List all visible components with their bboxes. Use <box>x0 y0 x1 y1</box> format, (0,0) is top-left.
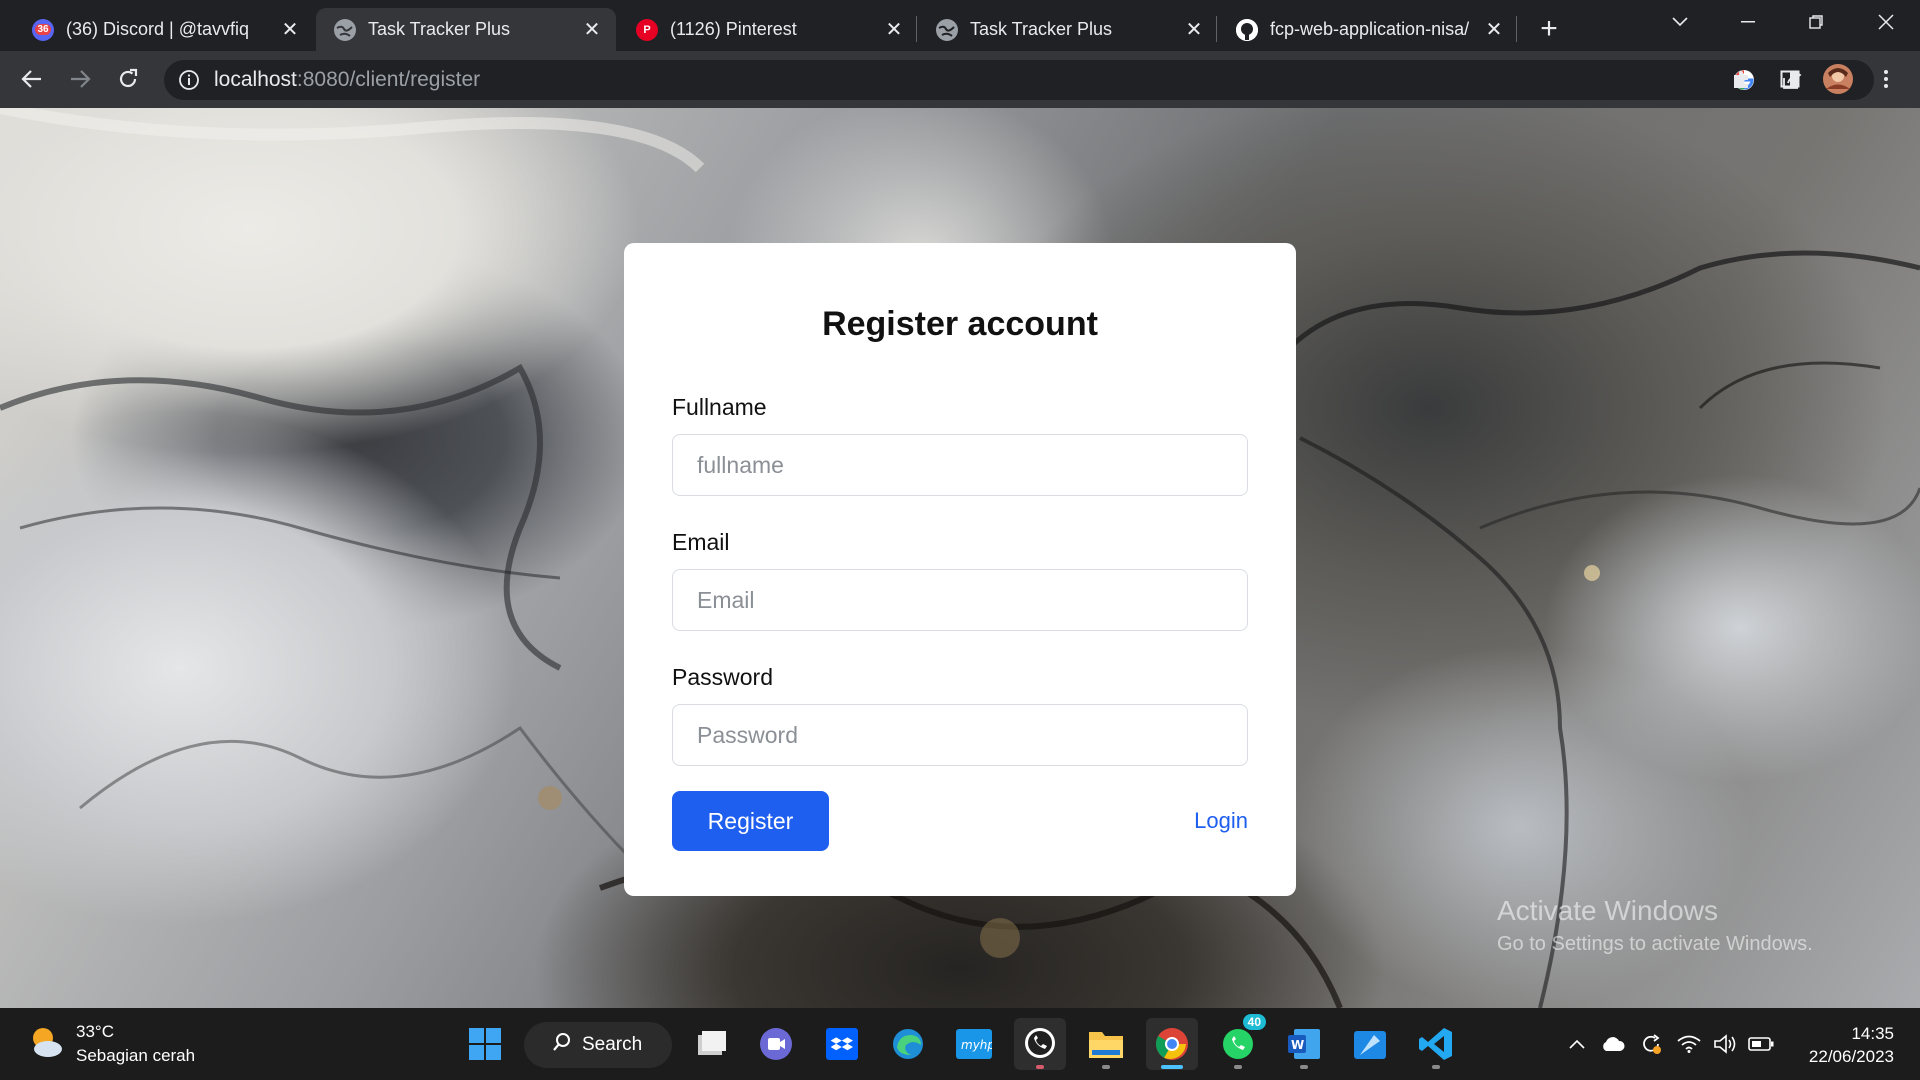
close-icon[interactable]: ✕ <box>884 19 904 41</box>
extensions-puzzle-icon[interactable] <box>1724 61 1760 97</box>
partly-sunny-icon <box>26 1023 64 1066</box>
tab-task-tracker[interactable]: Task Tracker Plus ✕ <box>918 8 1218 51</box>
running-indicator <box>1432 1065 1440 1069</box>
myhp-icon[interactable]: myhp <box>948 1018 1000 1070</box>
tab-pinterest[interactable]: P (1126) Pinterest ✕ <box>618 8 918 51</box>
minimize-icon[interactable] <box>1714 0 1782 44</box>
browser-toolbar: localhost:8080/client/register <box>0 51 1920 108</box>
tab-title: (1126) Pinterest <box>670 19 797 39</box>
globe-icon <box>936 18 958 41</box>
discord-icon: 36 <box>32 18 54 41</box>
sync-icon[interactable] <box>1632 1033 1670 1055</box>
window-close-icon[interactable] <box>1852 0 1920 44</box>
volume-icon[interactable] <box>1708 1034 1742 1054</box>
form-title: Register account <box>822 305 1098 343</box>
address-url: localhost:8080/client/register <box>214 68 480 92</box>
password-label: Password <box>672 664 773 690</box>
whatsapp-app-icon[interactable] <box>1014 1018 1066 1070</box>
vscode-icon[interactable] <box>1410 1018 1462 1070</box>
tab-separator <box>1516 16 1517 42</box>
fullname-label: Fullname <box>672 394 767 420</box>
start-windows-icon[interactable] <box>459 1018 511 1070</box>
dropbox-icon[interactable] <box>816 1018 868 1070</box>
form-actions: Register Login <box>672 791 1248 851</box>
fullname-input[interactable] <box>672 434 1248 496</box>
tab-title: Task Tracker Plus <box>970 19 1113 39</box>
running-indicator <box>1036 1065 1044 1069</box>
email-label: Email <box>672 529 730 555</box>
close-icon[interactable]: ✕ <box>1184 19 1204 41</box>
tab-task-tracker-active[interactable]: Task Tracker Plus ✕ <box>316 8 616 51</box>
watermark-title: Activate Windows <box>1497 895 1718 926</box>
page-background: Register account Fullname Email Password… <box>0 108 1920 1008</box>
tab-title: fcp-web-application-nisa/ <box>1270 19 1470 39</box>
chevron-up-icon[interactable] <box>1560 1039 1594 1049</box>
file-explorer-icon[interactable] <box>1080 1018 1132 1070</box>
site-info-icon[interactable] <box>178 69 200 91</box>
url-path: :8080/client/register <box>296 68 481 91</box>
browser-tab-strip: 36 (36) Discord | @tavvfiq ✕ Task Tracke… <box>0 0 1920 51</box>
register-button[interactable]: Register <box>672 791 829 851</box>
tab-discord[interactable]: 36 (36) Discord | @tavvfiq ✕ <box>14 8 314 51</box>
running-indicator <box>1300 1065 1308 1069</box>
tab-separator <box>1216 16 1217 42</box>
svg-text:W: W <box>1291 1038 1304 1052</box>
weather-condition: Sebagian cerah <box>76 1046 196 1065</box>
discord-badge: 36 <box>35 24 51 35</box>
tab-title: Task Tracker Plus <box>368 19 511 39</box>
close-icon[interactable]: ✕ <box>582 19 602 41</box>
close-icon[interactable]: ✕ <box>1484 19 1504 41</box>
close-icon[interactable]: ✕ <box>280 19 300 41</box>
clock-date: 22/06/2023 <box>1808 1047 1894 1066</box>
paint-icon[interactable] <box>1344 1018 1396 1070</box>
address-bar[interactable]: localhost:8080/client/register <box>164 60 1874 100</box>
tab-title: (36) Discord | @tavvfiq <box>66 19 249 39</box>
clock-time: 14:35 <box>1851 1024 1894 1043</box>
pinterest-icon: P <box>636 18 658 41</box>
profile-avatar[interactable] <box>1820 61 1856 97</box>
forward-arrow-icon[interactable] <box>62 61 98 97</box>
password-input[interactable] <box>672 704 1248 766</box>
word-icon[interactable]: W <box>1278 1018 1330 1070</box>
onedrive-cloud-icon[interactable] <box>1594 1036 1632 1052</box>
github-icon <box>1236 18 1258 41</box>
globe-icon <box>334 18 356 41</box>
wifi-icon[interactable] <box>1670 1035 1708 1053</box>
side-panel-icon[interactable] <box>1772 61 1808 97</box>
whatsapp-icon[interactable]: 40 <box>1212 1014 1266 1070</box>
watermark-subtitle: Go to Settings to activate Windows. <box>1497 933 1813 955</box>
running-indicator <box>1234 1065 1242 1069</box>
active-app-indicator <box>1161 1065 1183 1069</box>
search-label: Search <box>582 1034 643 1055</box>
system-tray <box>1560 1008 1780 1080</box>
weather-widget[interactable]: 33°C Sebagian cerah <box>26 1022 195 1066</box>
task-view-icon[interactable] <box>685 1018 737 1070</box>
tab-github[interactable]: fcp-web-application-nisa/ ✕ <box>1218 8 1518 51</box>
weather-temperature: 33°C <box>76 1022 114 1041</box>
whatsapp-badge: 40 <box>1242 1014 1266 1030</box>
tab-search-chevron-icon[interactable] <box>1646 0 1714 44</box>
battery-icon[interactable] <box>1742 1037 1780 1051</box>
register-card: Register account Fullname Email Password… <box>624 243 1296 896</box>
login-link[interactable]: Login <box>1194 808 1248 834</box>
taskbar-clock[interactable]: 14:35 22/06/2023 <box>1809 1022 1894 1068</box>
teams-chat-icon[interactable] <box>750 1018 802 1070</box>
windows-taskbar: 33°C Sebagian cerah Search myhp 40 W 14:… <box>0 1008 1920 1080</box>
chrome-icon[interactable] <box>1146 1018 1198 1070</box>
svg-text:myhp: myhp <box>961 1038 992 1052</box>
taskbar-search[interactable]: Search <box>524 1022 672 1068</box>
restore-icon[interactable] <box>1782 0 1850 44</box>
tab-separator <box>916 16 917 42</box>
running-indicator <box>1102 1065 1110 1069</box>
new-tab-plus-icon[interactable]: + <box>1532 12 1566 46</box>
reload-icon[interactable] <box>110 61 146 97</box>
email-input[interactable] <box>672 569 1248 631</box>
url-host: localhost <box>214 68 297 91</box>
edge-browser-icon[interactable] <box>882 1018 934 1070</box>
search-icon <box>552 1032 572 1058</box>
back-arrow-icon[interactable] <box>14 61 50 97</box>
activation-watermark: Activate Windows Go to Settings to activ… <box>1497 895 1813 956</box>
kebab-menu-icon[interactable] <box>1868 61 1904 97</box>
